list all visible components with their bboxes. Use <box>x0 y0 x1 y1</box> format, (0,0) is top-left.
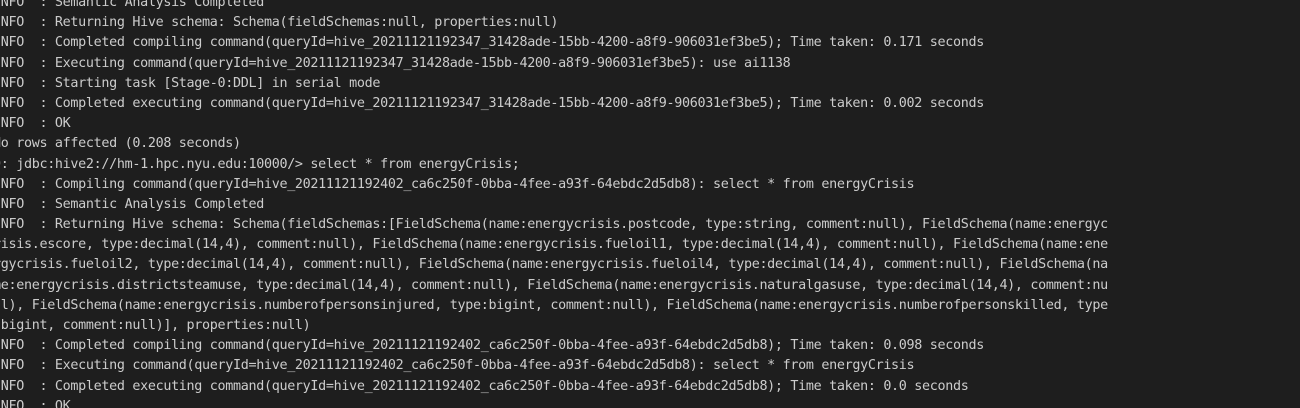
terminal-line: INFO : Compiling command(queryId=hive_20… <box>0 176 915 192</box>
terminal-line: risis.escore, type:decimal(14,4), commen… <box>0 237 1108 253</box>
terminal-line: No rows affected (0.208 seconds) <box>0 136 241 152</box>
terminal-line: INFO : Returning Hive schema: Schema(fie… <box>0 217 1108 233</box>
terminal-line: INFO : Executing command(queryId=hive_20… <box>0 358 915 374</box>
terminal-line: ll), FieldSchema(name:energycrisis.numbe… <box>0 297 1108 313</box>
terminal-line: INFO : Semantic Analysis Completed <box>0 196 264 212</box>
terminal-output[interactable]: INFO : Semantic Analysis Completed INFO … <box>0 0 1300 408</box>
terminal-line: INFO : Semantic Analysis Completed <box>0 0 264 10</box>
terminal-line: rgycrisis.fueloil2, type:decimal(14,4), … <box>0 257 1108 273</box>
terminal-line: INFO : OK <box>0 116 71 132</box>
terminal-line: INFO : Completed compiling command(query… <box>0 338 984 354</box>
terminal-line: INFO : Returning Hive schema: Schema(fie… <box>0 15 559 31</box>
terminal-line: INFO : Completed executing command(query… <box>0 95 984 111</box>
terminal-prompt-line: 0: jdbc:hive2://hm-1.hpc.nyu.edu:10000/>… <box>0 156 520 172</box>
terminal-line: INFO : Completed compiling command(query… <box>0 35 984 51</box>
terminal-line: INFO : OK <box>0 398 71 408</box>
terminal-line: me:energycrisis.districtsteamuse, type:d… <box>0 277 1108 293</box>
terminal-line: INFO : Starting task [Stage-0:DDL] in se… <box>0 75 381 91</box>
terminal-line: :bigint, comment:null)], properties:null… <box>0 318 311 333</box>
terminal-lines: INFO : Semantic Analysis Completed INFO … <box>0 0 1108 408</box>
terminal-line: INFO : Executing command(queryId=hive_20… <box>0 55 791 71</box>
terminal-line: INFO : Completed executing command(query… <box>0 378 969 394</box>
